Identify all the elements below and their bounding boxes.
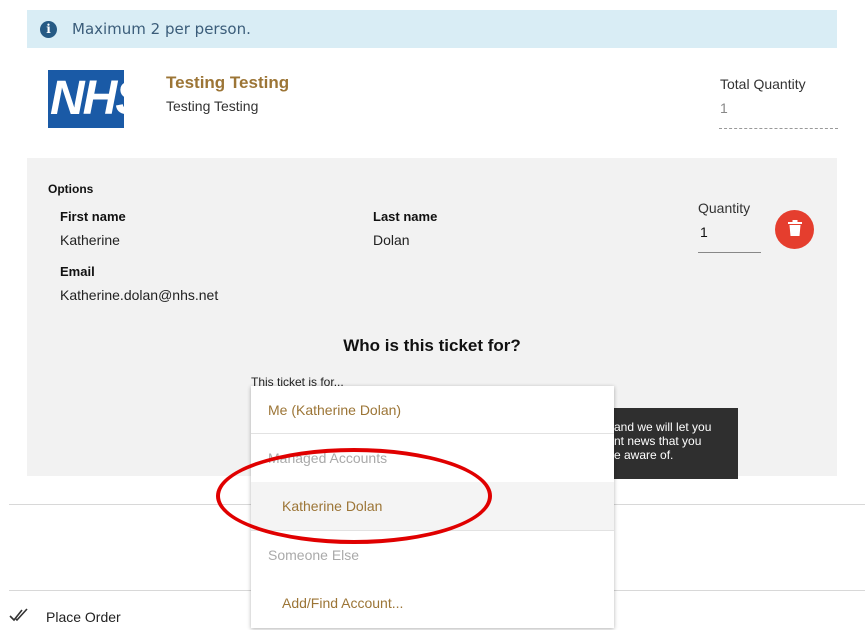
logo-text: NHS <box>50 72 124 125</box>
first-name-label: First name <box>60 209 126 224</box>
email-label: Email <box>60 264 95 279</box>
info-icon: i <box>40 20 57 38</box>
tooltip-line: nt news that you <box>614 434 702 448</box>
info-alert: i Maximum 2 per person. <box>27 10 837 48</box>
quantity-input[interactable]: 1 <box>700 224 708 240</box>
place-order-button[interactable]: Place Order <box>9 608 121 625</box>
ticket-question: Who is this ticket for? <box>343 336 521 355</box>
options-title: Options <box>48 182 94 196</box>
product-subtitle: Testing Testing <box>166 98 259 114</box>
tooltip-line: and we will let you <box>614 420 712 434</box>
tooltip: and we will let you nt news that you e a… <box>600 408 738 479</box>
double-check-icon <box>9 608 31 625</box>
total-quantity-label: Total Quantity <box>720 76 806 92</box>
quantity-label: Quantity <box>698 200 751 216</box>
highlight-ellipse <box>216 448 492 544</box>
dropdown-option-me[interactable]: Me (Katherine Dolan) <box>251 386 614 433</box>
tooltip-line: e aware of. <box>614 448 674 462</box>
last-name-label: Last name <box>373 209 438 224</box>
total-quantity-underline <box>719 128 838 129</box>
first-name-value: Katherine <box>60 232 120 248</box>
alert-text: Maximum 2 per person. <box>72 20 251 38</box>
email-value: Katherine.dolan@nhs.net <box>60 287 219 303</box>
delete-button[interactable] <box>775 210 814 249</box>
dropdown-option-add-find[interactable]: Add/Find Account... <box>251 579 614 627</box>
place-order-label: Place Order <box>46 608 121 625</box>
last-name-value: Dolan <box>373 232 410 248</box>
quantity-underline <box>698 252 761 253</box>
trash-icon <box>787 220 802 239</box>
product-title[interactable]: Testing Testing <box>166 73 289 93</box>
total-quantity-value: 1 <box>720 100 728 116</box>
nhs-logo: NHS <box>48 70 124 128</box>
